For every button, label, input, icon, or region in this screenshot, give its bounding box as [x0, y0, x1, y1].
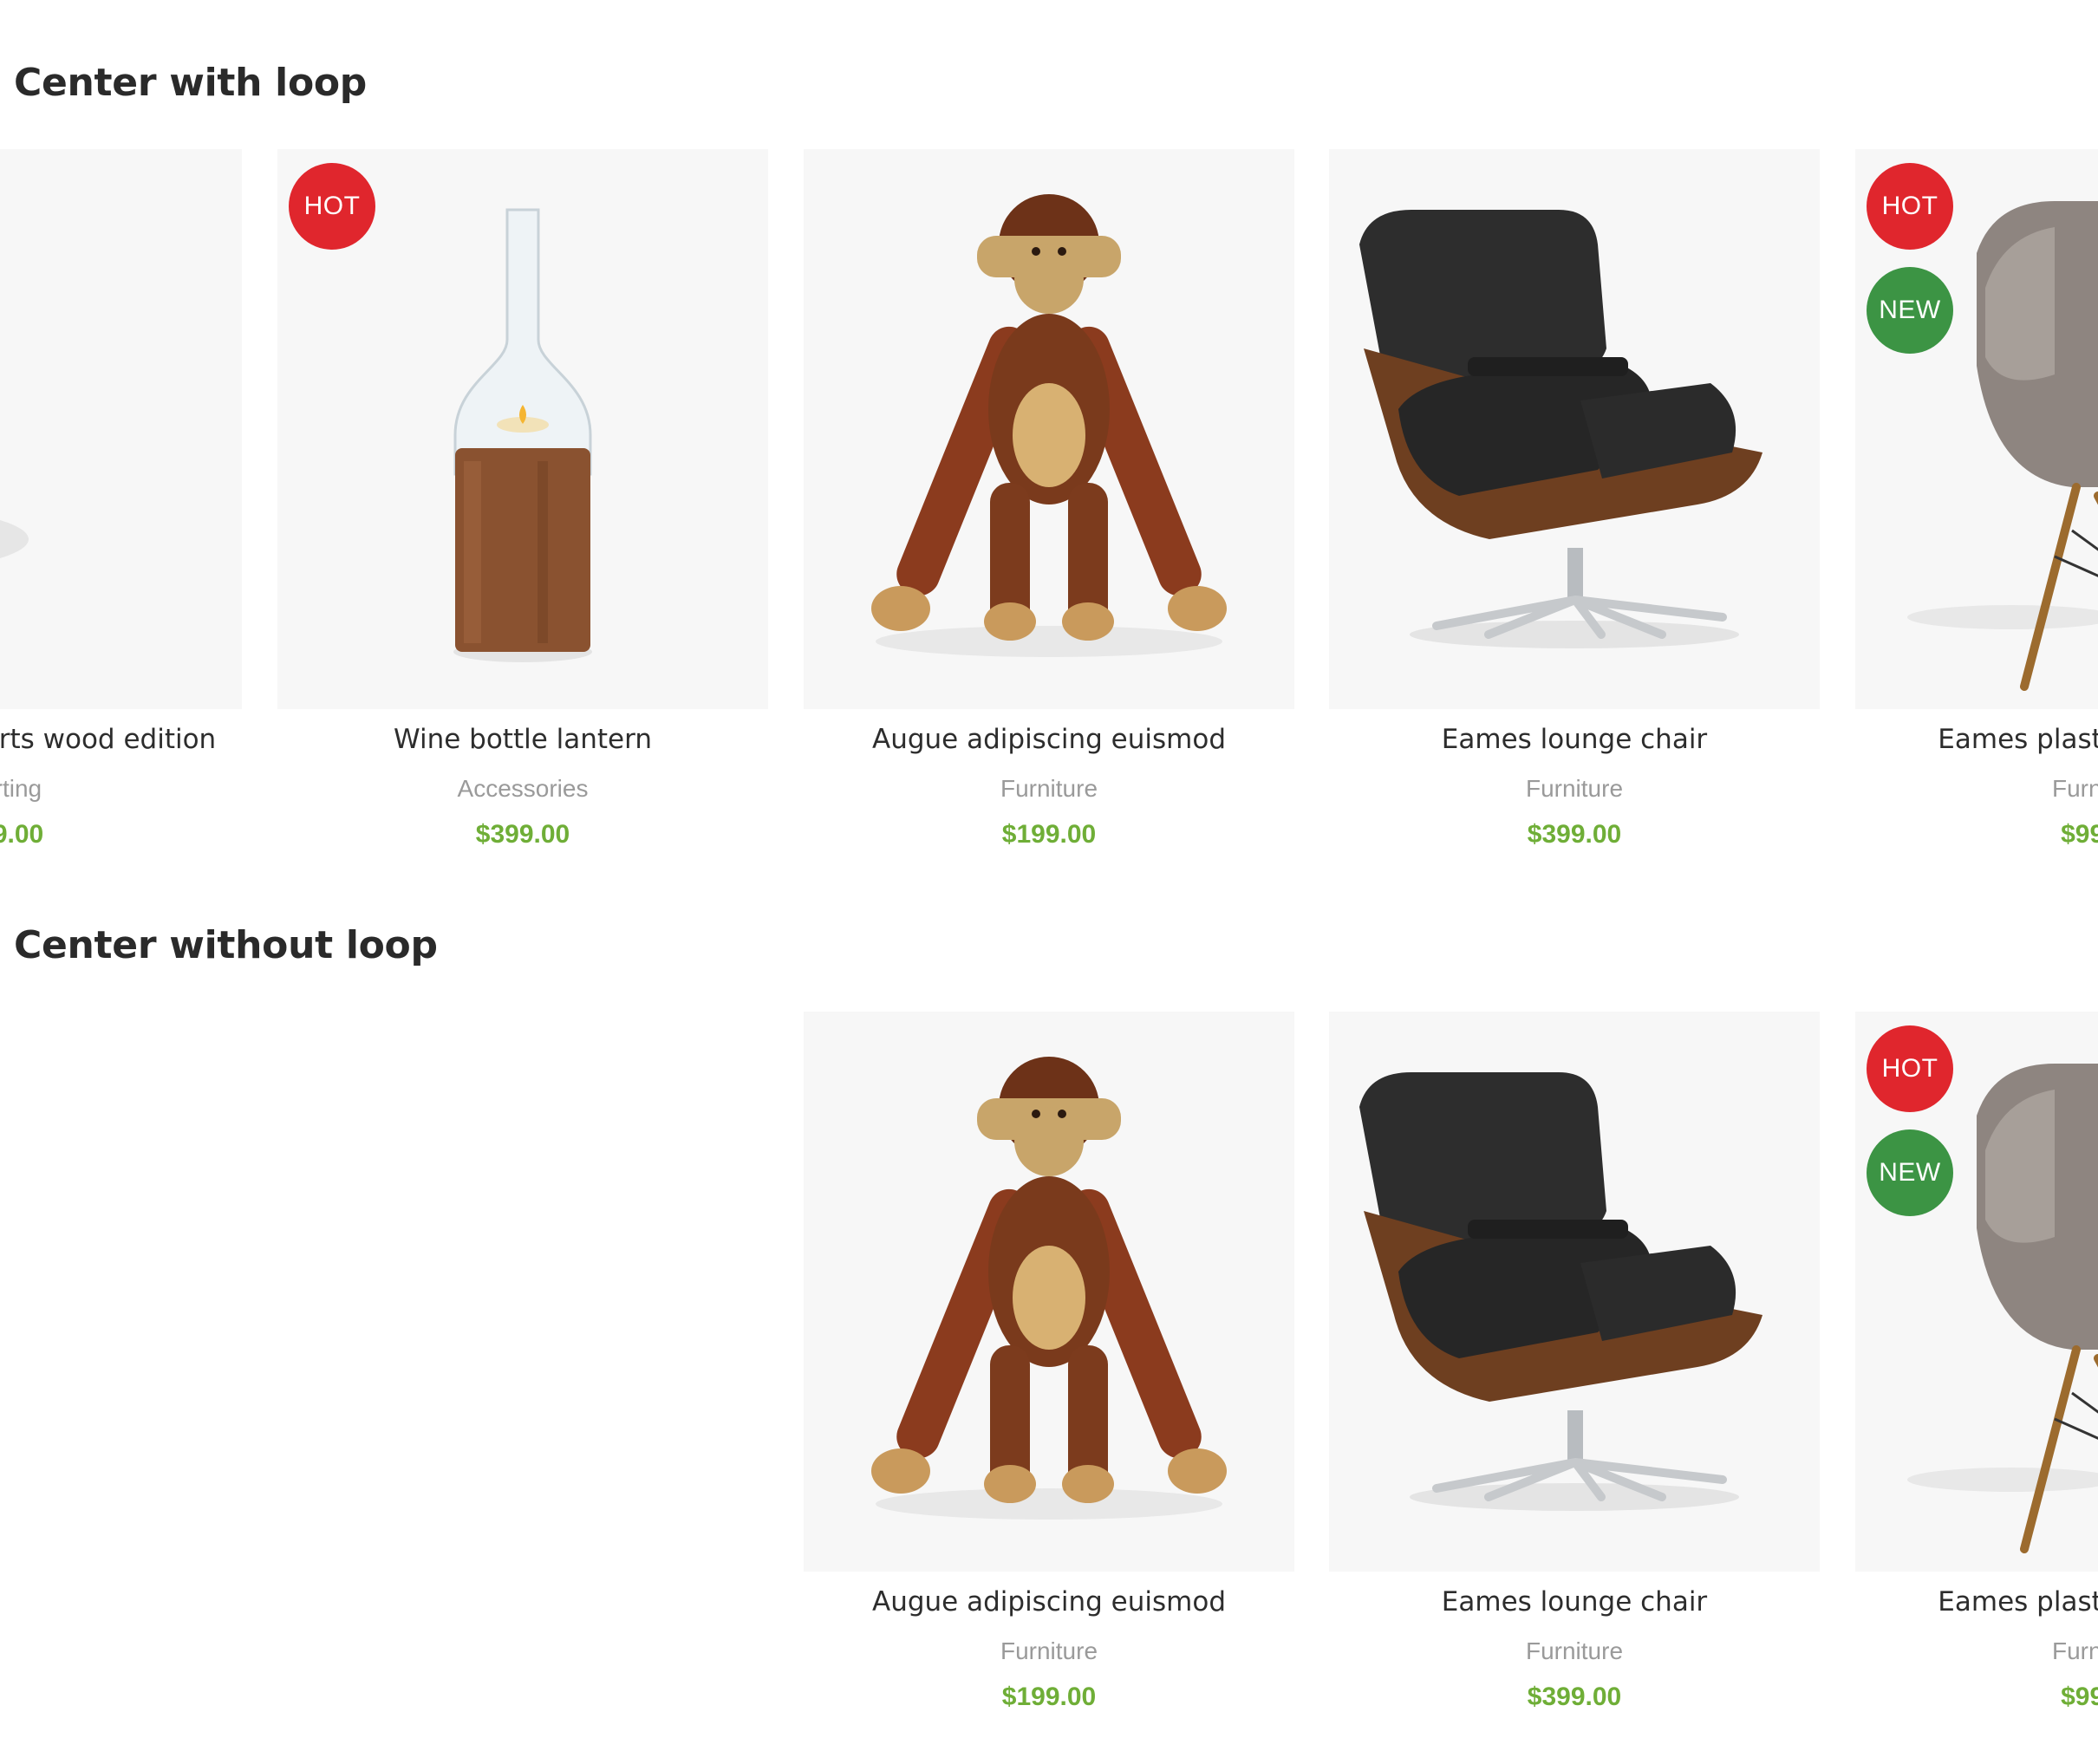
- product-category-link[interactable]: Furniture: [1329, 775, 1820, 803]
- product-name-link[interactable]: Eames lounge chair: [1329, 724, 1820, 755]
- product-price: $399.00: [0, 820, 44, 849]
- product-name-link[interactable]: Augue adipiscing euismod: [804, 1586, 1294, 1618]
- product-price: $99.00: [2061, 820, 2098, 849]
- watch-image: [0, 149, 242, 709]
- product-name-link[interactable]: Eames plastic side chair: [1855, 724, 2098, 755]
- hot-badge: HOT: [1867, 163, 1953, 250]
- product-category-link[interactable]: Furniture: [1329, 1637, 1820, 1665]
- product-price: $399.00: [475, 820, 570, 849]
- product-image[interactable]: HOT NEW: [1855, 149, 2098, 709]
- product-carousel-without-loop[interactable]: Augue adipiscing euismod Furniture $199.00…: [0, 1010, 2098, 1755]
- new-badge: NEW: [1867, 1129, 1953, 1216]
- product-card[interactable]: Eames lounge chair Furniture $399.00: [1329, 1010, 1820, 1755]
- product-card[interactable]: Apple watch sports wood edition Sporting $…: [0, 147, 242, 893]
- wooden-monkey-image: [804, 149, 1294, 709]
- section-title-center-with-loop: Center with loop: [14, 61, 367, 105]
- product-category-link[interactable]: Furniture: [1855, 775, 2098, 803]
- product-card[interactable]: HOT Wine bottle lantern Accessories $399.00: [277, 147, 768, 893]
- product-image[interactable]: HOT: [277, 149, 768, 709]
- new-badge: NEW: [1867, 267, 1953, 354]
- product-name-link[interactable]: Augue adipiscing euismod: [804, 724, 1294, 755]
- product-category-link[interactable]: Furniture: [804, 1637, 1294, 1665]
- product-price: $399.00: [1527, 820, 1622, 849]
- product-image[interactable]: [0, 149, 242, 709]
- hot-badge: HOT: [289, 163, 375, 250]
- product-image[interactable]: [804, 149, 1294, 709]
- lounge-chair-image: [1329, 149, 1820, 709]
- product-name-link[interactable]: Apple watch sports wood edition: [0, 724, 242, 755]
- product-price: $399.00: [1527, 1683, 1622, 1711]
- section-title-center-without-loop: Center without loop: [14, 923, 438, 967]
- product-card[interactable]: Eames lounge chair Furniture $399.00: [1329, 147, 1820, 893]
- product-category-link[interactable]: Sporting: [0, 775, 242, 803]
- product-category-link[interactable]: Furniture: [804, 775, 1294, 803]
- product-name-link[interactable]: Eames lounge chair: [1329, 1586, 1820, 1618]
- product-image[interactable]: [804, 1012, 1294, 1572]
- product-price: $199.00: [1001, 1683, 1097, 1711]
- product-card[interactable]: HOT NEW Eames plastic side chair Furniture $…: [1855, 147, 2098, 893]
- product-card[interactable]: HOT NEW Eames plastic side chair Furniture $…: [1855, 1010, 2098, 1755]
- product-name-link[interactable]: Eames plastic side chair: [1855, 1586, 2098, 1618]
- product-price: $199.00: [1001, 820, 1097, 849]
- product-card[interactable]: Augue adipiscing euismod Furniture $199.00: [804, 1010, 1294, 1755]
- product-category-link[interactable]: Accessories: [277, 775, 768, 803]
- product-image[interactable]: [1329, 149, 1820, 709]
- wooden-monkey-image: [804, 1012, 1294, 1572]
- product-price: $99.00: [2061, 1683, 2098, 1711]
- lounge-chair-image: [1329, 1012, 1820, 1572]
- product-category-link[interactable]: Furniture: [1855, 1637, 2098, 1665]
- product-carousel-with-loop[interactable]: Apple watch sports wood edition Sporting $…: [0, 147, 2098, 893]
- hot-badge: HOT: [1867, 1025, 1953, 1112]
- product-image[interactable]: HOT NEW: [1855, 1012, 2098, 1572]
- product-name-link[interactable]: Wine bottle lantern: [277, 724, 768, 755]
- product-image[interactable]: [1329, 1012, 1820, 1572]
- product-card[interactable]: Augue adipiscing euismod Furniture $199.00: [804, 147, 1294, 893]
